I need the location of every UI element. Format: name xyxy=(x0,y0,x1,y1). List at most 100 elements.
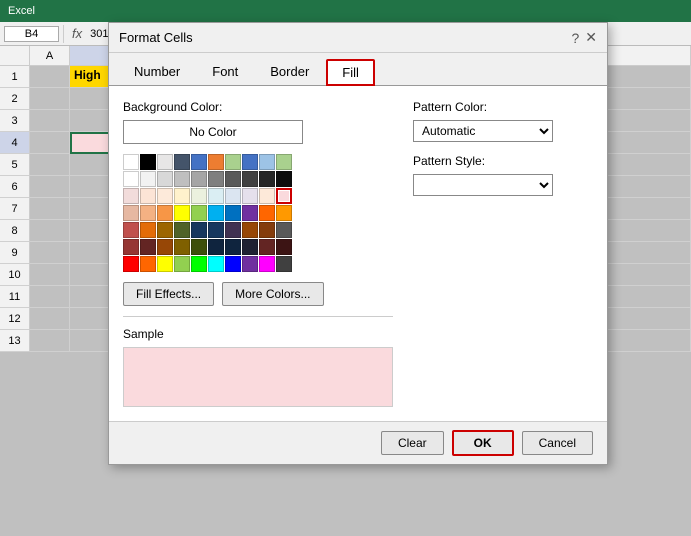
color-swatch[interactable] xyxy=(208,256,224,272)
color-swatch[interactable] xyxy=(208,154,224,170)
color-swatch[interactable] xyxy=(259,205,275,221)
pattern-color-select[interactable]: Automatic xyxy=(413,120,553,142)
color-swatch[interactable] xyxy=(208,222,224,238)
ok-button[interactable]: OK xyxy=(452,430,514,456)
color-swatch[interactable] xyxy=(276,205,292,221)
color-swatch[interactable] xyxy=(123,171,139,187)
color-swatch[interactable] xyxy=(191,171,207,187)
color-swatch[interactable] xyxy=(140,171,156,187)
color-swatch[interactable] xyxy=(259,239,275,255)
formula-icon: fx xyxy=(72,26,82,41)
color-swatch[interactable] xyxy=(225,188,241,204)
color-swatch[interactable] xyxy=(225,154,241,170)
color-swatch[interactable] xyxy=(259,188,275,204)
row-num-5: 5 xyxy=(0,154,30,176)
color-swatch[interactable] xyxy=(259,256,275,272)
color-swatch[interactable] xyxy=(242,171,258,187)
color-swatch[interactable] xyxy=(140,205,156,221)
color-swatch[interactable] xyxy=(157,256,173,272)
color-swatch[interactable] xyxy=(276,171,292,187)
color-swatch[interactable] xyxy=(225,256,241,272)
color-swatch[interactable] xyxy=(208,188,224,204)
color-swatch[interactable] xyxy=(157,188,173,204)
sample-label: Sample xyxy=(123,327,393,341)
color-swatch[interactable] xyxy=(123,205,139,221)
color-swatch[interactable] xyxy=(174,256,190,272)
cell-a4 xyxy=(30,132,70,154)
color-swatch[interactable] xyxy=(242,239,258,255)
color-swatch[interactable] xyxy=(157,239,173,255)
color-swatch[interactable] xyxy=(140,154,156,170)
more-colors-button[interactable]: More Colors... xyxy=(222,282,323,306)
color-swatch[interactable] xyxy=(191,222,207,238)
color-swatch[interactable] xyxy=(140,256,156,272)
color-swatch[interactable] xyxy=(123,239,139,255)
color-swatch[interactable] xyxy=(242,256,258,272)
color-swatch[interactable] xyxy=(276,239,292,255)
color-swatch[interactable] xyxy=(174,154,190,170)
color-row-4 xyxy=(123,222,393,238)
color-swatch[interactable] xyxy=(174,188,190,204)
corner-cell xyxy=(0,46,30,66)
color-swatch[interactable] xyxy=(208,239,224,255)
color-swatch[interactable] xyxy=(208,171,224,187)
color-swatch[interactable] xyxy=(276,154,292,170)
tab-border[interactable]: Border xyxy=(255,59,324,85)
color-swatch[interactable] xyxy=(242,205,258,221)
color-swatch[interactable] xyxy=(157,222,173,238)
color-swatch[interactable] xyxy=(174,171,190,187)
pattern-style-select[interactable] xyxy=(413,174,553,196)
tab-number[interactable]: Number xyxy=(119,59,195,85)
color-swatch[interactable] xyxy=(242,222,258,238)
color-swatch[interactable] xyxy=(259,154,275,170)
color-swatch[interactable] xyxy=(225,171,241,187)
color-swatch[interactable] xyxy=(123,154,139,170)
color-swatch[interactable] xyxy=(208,205,224,221)
color-swatch[interactable] xyxy=(225,239,241,255)
color-swatch[interactable] xyxy=(225,205,241,221)
col-a-header: A xyxy=(30,46,70,66)
tab-fill[interactable]: Fill xyxy=(326,59,375,86)
cancel-button[interactable]: Cancel xyxy=(522,431,593,455)
fill-effects-button[interactable]: Fill Effects... xyxy=(123,282,214,306)
color-swatch[interactable] xyxy=(276,256,292,272)
color-swatch[interactable] xyxy=(140,188,156,204)
tab-font[interactable]: Font xyxy=(197,59,253,85)
color-swatch[interactable] xyxy=(174,222,190,238)
color-row-1 xyxy=(123,171,393,187)
color-swatch[interactable] xyxy=(191,188,207,204)
row-num-11: 11 xyxy=(0,286,30,308)
color-row-2 xyxy=(123,188,393,204)
color-swatch[interactable] xyxy=(174,239,190,255)
color-swatch[interactable] xyxy=(259,222,275,238)
color-swatch[interactable] xyxy=(123,256,139,272)
cell-a10 xyxy=(30,264,70,286)
color-swatch[interactable] xyxy=(191,154,207,170)
color-swatch[interactable] xyxy=(123,222,139,238)
close-button[interactable]: ✕ xyxy=(585,29,597,46)
color-swatch[interactable] xyxy=(123,188,139,204)
clear-button[interactable]: Clear xyxy=(381,431,444,455)
color-grid xyxy=(123,154,393,272)
cell-a8 xyxy=(30,220,70,242)
color-swatch[interactable] xyxy=(242,188,258,204)
color-swatch[interactable] xyxy=(191,205,207,221)
color-swatch[interactable] xyxy=(157,171,173,187)
color-swatch[interactable] xyxy=(157,154,173,170)
color-swatch[interactable] xyxy=(174,205,190,221)
color-swatch[interactable] xyxy=(157,205,173,221)
color-swatch[interactable] xyxy=(191,239,207,255)
divider xyxy=(63,25,64,43)
color-swatch[interactable] xyxy=(191,256,207,272)
color-swatch[interactable] xyxy=(225,222,241,238)
color-swatch[interactable] xyxy=(259,171,275,187)
color-swatch[interactable] xyxy=(276,222,292,238)
color-row-6 xyxy=(123,256,393,272)
color-swatch[interactable] xyxy=(140,222,156,238)
dialog-controls: ? ✕ xyxy=(571,29,597,46)
color-swatch[interactable] xyxy=(242,154,258,170)
no-color-button[interactable]: No Color xyxy=(123,120,303,144)
color-swatch selected[interactable] xyxy=(276,188,292,204)
help-button[interactable]: ? xyxy=(571,30,579,46)
color-swatch[interactable] xyxy=(140,239,156,255)
